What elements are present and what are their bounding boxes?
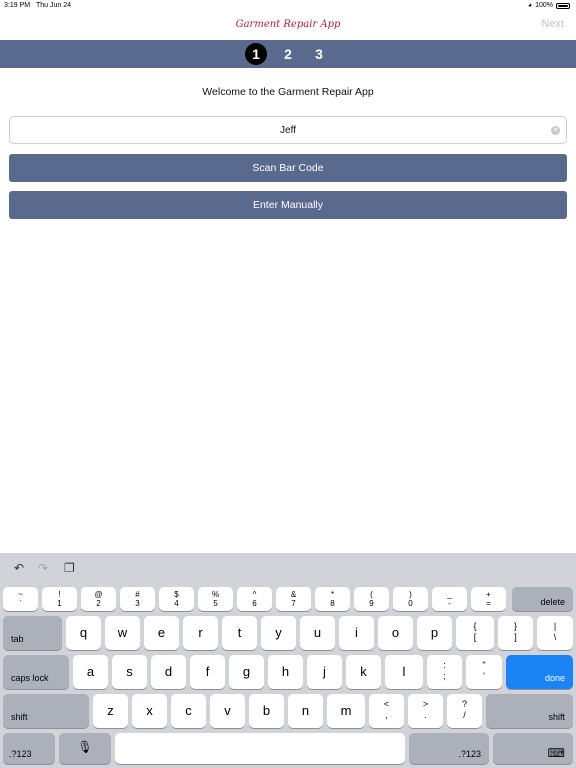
- keyboard-toolbar: ↶ ↷ ❐: [0, 553, 576, 583]
- right-shift-key[interactable]: shift: [486, 694, 573, 728]
- key-j[interactable]: j: [307, 655, 342, 689]
- key-backtick[interactable]: ~ `: [3, 587, 38, 611]
- tab-key[interactable]: tab: [3, 616, 62, 650]
- key-r[interactable]: r: [183, 616, 218, 650]
- scan-bar-code-button[interactable]: Scan Bar Code: [9, 154, 567, 182]
- app-title: Garment Repair App: [235, 19, 341, 30]
- step-2: 2: [284, 46, 292, 62]
- key-quote[interactable]: " ': [466, 655, 502, 689]
- battery-percent: 100%: [535, 2, 553, 9]
- key-7[interactable]: & 7: [276, 587, 311, 611]
- left-shift-key[interactable]: shift: [3, 694, 89, 728]
- key-a[interactable]: a: [73, 655, 108, 689]
- clear-icon[interactable]: ✕: [551, 126, 560, 135]
- status-time: 3:19 PM: [4, 2, 31, 9]
- key-g[interactable]: g: [229, 655, 264, 689]
- key-slash[interactable]: ? /: [447, 694, 482, 728]
- key-i[interactable]: i: [339, 616, 374, 650]
- step-indicator: 1 2 3: [0, 40, 576, 68]
- key-c[interactable]: c: [171, 694, 206, 728]
- key-x[interactable]: x: [132, 694, 167, 728]
- key-6[interactable]: ^ 6: [237, 587, 272, 611]
- key-d[interactable]: d: [151, 655, 186, 689]
- welcome-text: Welcome to the Garment Repair App: [202, 86, 374, 98]
- numbers-key-right[interactable]: .?123: [409, 733, 489, 764]
- key-f[interactable]: f: [190, 655, 225, 689]
- key-s[interactable]: s: [112, 655, 147, 689]
- key-8[interactable]: * 8: [315, 587, 350, 611]
- key-5[interactable]: % 5: [198, 587, 233, 611]
- key-l[interactable]: l: [385, 655, 423, 689]
- navigation-bar: Garment Repair App Next: [0, 12, 576, 40]
- key-right-bracket[interactable]: }]: [498, 616, 533, 650]
- key-9[interactable]: (9: [354, 587, 389, 611]
- enter-manually-button[interactable]: Enter Manually: [9, 191, 567, 219]
- key-h[interactable]: h: [268, 655, 303, 689]
- key-comma[interactable]: <,: [369, 694, 404, 728]
- key-3[interactable]: #3: [120, 587, 155, 611]
- key-left-bracket[interactable]: {[: [456, 616, 494, 650]
- key-equals[interactable]: + =: [471, 587, 506, 611]
- key-n[interactable]: n: [288, 694, 323, 728]
- key-e[interactable]: e: [144, 616, 179, 650]
- clipboard-icon[interactable]: ❐: [64, 561, 75, 575]
- key-o[interactable]: o: [378, 616, 413, 650]
- key-z[interactable]: z: [93, 694, 128, 728]
- status-date: Thu Jun 24: [36, 2, 72, 9]
- wifi-icon: ◕: [527, 2, 533, 9]
- battery-icon: [556, 2, 570, 9]
- numbers-key-left[interactable]: .?123: [3, 733, 55, 764]
- undo-icon[interactable]: ↶: [14, 561, 24, 575]
- key-0[interactable]: ) 0: [393, 587, 428, 611]
- key-2[interactable]: @2: [81, 587, 116, 611]
- key-p[interactable]: p: [417, 616, 452, 650]
- name-input[interactable]: [10, 117, 566, 143]
- done-key[interactable]: done: [506, 655, 573, 689]
- delete-key[interactable]: delete: [512, 587, 573, 611]
- key-y[interactable]: y: [261, 616, 296, 650]
- microphone-icon: 🎙: [77, 740, 93, 754]
- space-bar[interactable]: [115, 733, 405, 764]
- key-1[interactable]: ! 1: [42, 587, 77, 611]
- dictation-key[interactable]: 🎙: [59, 733, 111, 764]
- keyboard-icon: ⌨: [547, 746, 565, 760]
- key-k[interactable]: k: [346, 655, 381, 689]
- redo-icon[interactable]: ↷: [38, 561, 48, 575]
- key-w[interactable]: w: [105, 616, 140, 650]
- key-t[interactable]: t: [222, 616, 257, 650]
- step-3: 3: [315, 46, 323, 62]
- key-4[interactable]: $4: [159, 587, 194, 611]
- hide-keyboard-key[interactable]: ⌨: [493, 733, 573, 764]
- keyboard: ↶ ↷ ❐ ~ ` ! 1 @2 #3 $4 % 5 ^ 6 & 7 * 8 (9 ) 0 _…: [0, 553, 576, 768]
- caps-lock-key[interactable]: caps lock: [3, 655, 69, 689]
- name-field[interactable]: ✕: [9, 116, 567, 144]
- key-semicolon[interactable]: :;: [427, 655, 462, 689]
- key-v[interactable]: v: [210, 694, 245, 728]
- status-indicators: ◕ 100%: [528, 2, 570, 9]
- key-b[interactable]: b: [249, 694, 284, 728]
- key-period[interactable]: >.: [408, 694, 443, 728]
- next-button[interactable]: Next: [541, 18, 564, 30]
- key-m[interactable]: m: [327, 694, 365, 728]
- key-q[interactable]: q: [66, 616, 101, 650]
- step-1: 1: [245, 43, 267, 65]
- key-minus[interactable]: _ -: [432, 587, 467, 611]
- key-u[interactable]: u: [300, 616, 335, 650]
- status-bar: 3:19 PM Thu Jun 24 ◕ 100%: [0, 0, 576, 12]
- key-backslash[interactable]: | \: [537, 616, 573, 650]
